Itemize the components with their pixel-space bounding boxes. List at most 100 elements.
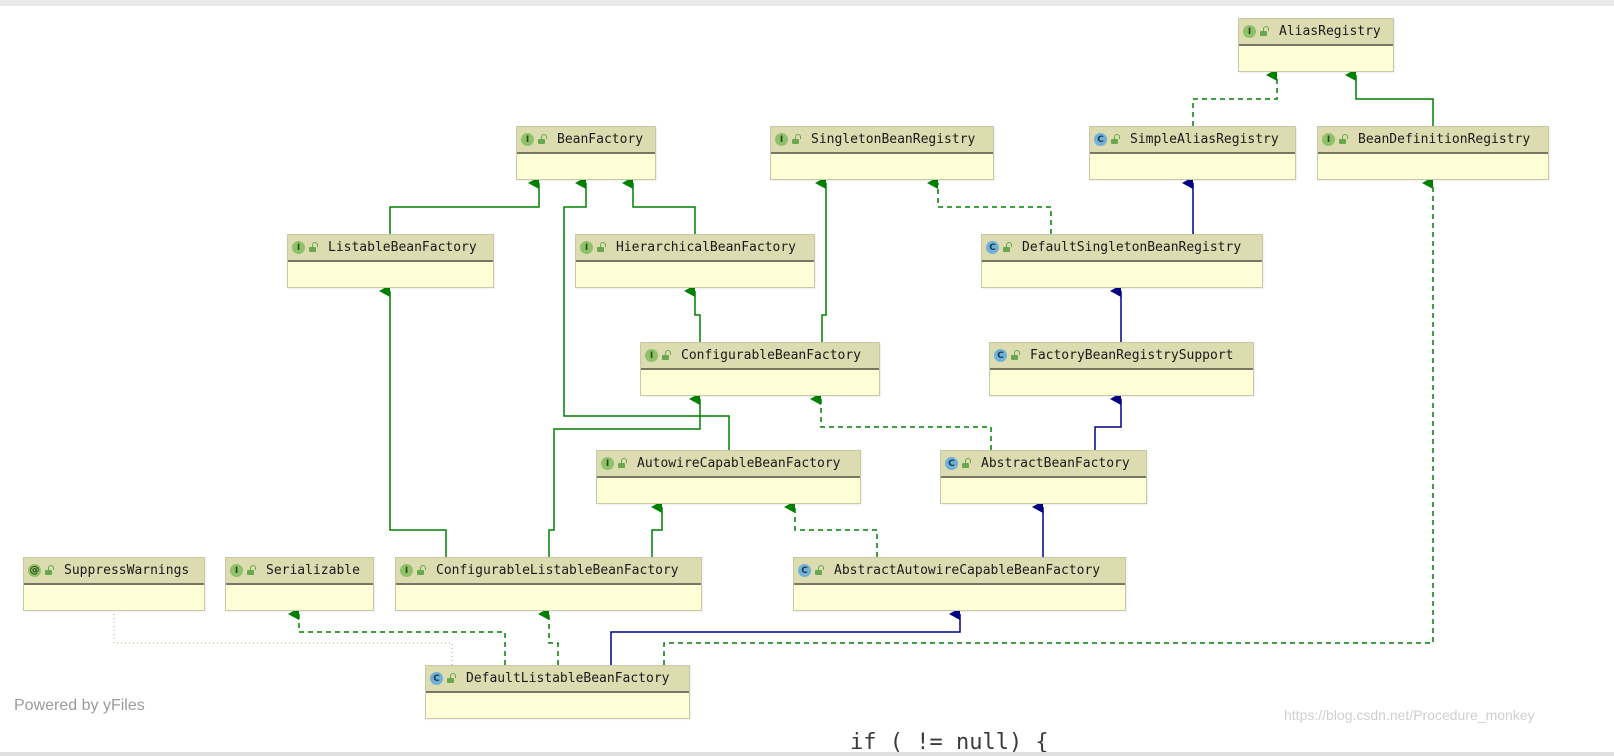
edge-default_listable_bean_factory-to-suppress_warnings (113, 611, 453, 665)
class-node-default-singleton-bean-registry[interactable]: C DefaultSingletonBeanRegistry (981, 234, 1263, 288)
public-lock-icon (1003, 241, 1012, 252)
public-lock-icon (962, 457, 971, 468)
class-node-autowire-capable-bean-factory[interactable]: I AutowireCapableBeanFactory (596, 450, 861, 504)
interface-icon: I (1243, 25, 1256, 38)
public-lock-icon (815, 564, 824, 575)
node-name: AbstractAutowireCapableBeanFactory (834, 563, 1101, 578)
node-name: DefaultListableBeanFactory (466, 671, 670, 686)
node-name: ConfigurableListableBeanFactory (436, 563, 679, 578)
class-node-listable-bean-factory[interactable]: I ListableBeanFactory (287, 234, 494, 288)
class-node-abstract-bean-factory[interactable]: C AbstractBeanFactory (940, 450, 1147, 504)
node-header: I Serializable (226, 558, 373, 585)
node-name: Serializable (266, 563, 360, 578)
public-lock-icon (309, 241, 318, 252)
edge-abstract_bean_factory-to-factory_bean_registry_support (1094, 393, 1122, 450)
node-name: SingletonBeanRegistry (811, 132, 976, 147)
edge-hierarchical_bean_factory-to-bean_factory (622, 177, 696, 234)
edge-simple_alias_registry-to-alias_registry (1192, 69, 1278, 126)
class-node-abstract-autowire-capable-bean-factory[interactable]: C AbstractAutowireCapableBeanFactory (793, 557, 1126, 611)
interface-icon: I (400, 564, 413, 577)
node-name: BeanDefinitionRegistry (1358, 132, 1531, 147)
class-node-configurable-bean-factory[interactable]: I ConfigurableBeanFactory (640, 342, 880, 396)
node-name: HierarchicalBeanFactory (616, 240, 797, 255)
node-header: I SingletonBeanRegistry (771, 127, 993, 154)
edge-default_listable_bean_factory-to-serializable (288, 608, 506, 665)
edge-abstract_autowire_capable_bean_factory-to-autowire_capable_bean_factory (784, 501, 878, 557)
class-node-bean-definition-registry[interactable]: I BeanDefinitionRegistry (1317, 126, 1549, 180)
public-lock-icon (597, 241, 606, 252)
class-icon: C (430, 672, 443, 685)
node-header: I ConfigurableListableBeanFactory (396, 558, 701, 585)
public-lock-icon (45, 564, 54, 575)
node-header: C AbstractAutowireCapableBeanFactory (794, 558, 1125, 585)
edge-configurable_listable_bean_factory-to-autowire_capable_bean_factory (651, 501, 663, 557)
class-node-serializable[interactable]: I Serializable (225, 557, 374, 611)
edge-default_singleton_bean_registry-to-singleton_bean_registry (927, 177, 1052, 234)
class-node-singleton-bean-registry[interactable]: I SingletonBeanRegistry (770, 126, 994, 180)
public-lock-icon (1111, 133, 1120, 144)
code-peek: if ( != null) { (850, 730, 1049, 752)
public-lock-icon (1011, 349, 1020, 360)
node-name: FactoryBeanRegistrySupport (1030, 348, 1234, 363)
interface-icon: I (1322, 133, 1335, 146)
public-lock-icon (417, 564, 426, 575)
node-name: DefaultSingletonBeanRegistry (1022, 240, 1242, 255)
class-node-simple-alias-registry[interactable]: C SimpleAliasRegistry (1089, 126, 1296, 180)
interface-icon: I (775, 133, 788, 146)
class-node-configurable-listable-bean-factory[interactable]: I ConfigurableListableBeanFactory (395, 557, 702, 611)
public-lock-icon (1339, 133, 1348, 144)
class-node-default-listable-bean-factory[interactable]: C DefaultListableBeanFactory (425, 665, 690, 719)
interface-icon: I (521, 133, 534, 146)
node-name: BeanFactory (557, 132, 644, 147)
node-header: C FactoryBeanRegistrySupport (990, 343, 1253, 370)
node-name: SimpleAliasRegistry (1130, 132, 1279, 147)
node-name: AbstractBeanFactory (981, 456, 1130, 471)
class-node-hierarchical-bean-factory[interactable]: I HierarchicalBeanFactory (575, 234, 815, 288)
node-header: I ConfigurableBeanFactory (641, 343, 879, 370)
class-icon: C (798, 564, 811, 577)
edge-default_listable_bean_factory-to-abstract_autowire_capable_bean_factory (610, 608, 961, 665)
watermark: https://blog.csdn.net/Procedure_monkey (1284, 707, 1535, 723)
edge-configurable_bean_factory-to-hierarchical_bean_factory (684, 285, 701, 342)
node-name: ConfigurableBeanFactory (681, 348, 862, 363)
annotation-icon: @ (28, 564, 41, 577)
node-header: I BeanDefinitionRegistry (1318, 127, 1548, 154)
interface-icon: I (292, 241, 305, 254)
public-lock-icon (662, 349, 671, 360)
node-name: SuppressWarnings (64, 563, 190, 578)
edge-configurable_listable_bean_factory-to-listable_bean_factory (379, 285, 447, 557)
node-header: C DefaultSingletonBeanRegistry (982, 235, 1262, 262)
node-name: AliasRegistry (1279, 24, 1381, 39)
public-lock-icon (447, 672, 456, 683)
class-icon: C (994, 349, 1007, 362)
node-header: C SimpleAliasRegistry (1090, 127, 1295, 154)
node-name: AutowireCapableBeanFactory (637, 456, 841, 471)
node-name: ListableBeanFactory (328, 240, 477, 255)
class-node-alias-registry[interactable]: I AliasRegistry (1238, 18, 1394, 72)
class-icon: C (1094, 133, 1107, 146)
class-icon: C (986, 241, 999, 254)
node-header: C DefaultListableBeanFactory (426, 666, 689, 693)
node-header: I HierarchicalBeanFactory (576, 235, 814, 262)
edge-abstract_bean_factory-to-configurable_bean_factory (810, 393, 992, 450)
bottom-bar (0, 752, 1614, 756)
node-header: I ListableBeanFactory (288, 235, 493, 262)
class-node-bean-factory[interactable]: I BeanFactory (516, 126, 656, 180)
class-node-suppress-warnings[interactable]: @ SuppressWarnings (23, 557, 205, 611)
node-header: I AliasRegistry (1239, 19, 1393, 46)
node-header: I BeanFactory (517, 127, 655, 154)
public-lock-icon (618, 457, 627, 468)
edge-bean_definition_registry-to-alias_registry (1345, 69, 1434, 126)
node-header: C AbstractBeanFactory (941, 451, 1146, 478)
public-lock-icon (247, 564, 256, 575)
edge-listable_bean_factory-to-bean_factory (389, 177, 540, 234)
node-header: I AutowireCapableBeanFactory (597, 451, 860, 478)
node-header: @ SuppressWarnings (24, 558, 204, 585)
edge-default_listable_bean_factory-to-configurable_listable_bean_factory (538, 608, 559, 665)
public-lock-icon (538, 133, 547, 144)
class-node-factory-bean-registry-support[interactable]: C FactoryBeanRegistrySupport (989, 342, 1254, 396)
public-lock-icon (1260, 25, 1269, 36)
class-icon: C (945, 457, 958, 470)
interface-icon: I (230, 564, 243, 577)
interface-icon: I (601, 457, 614, 470)
